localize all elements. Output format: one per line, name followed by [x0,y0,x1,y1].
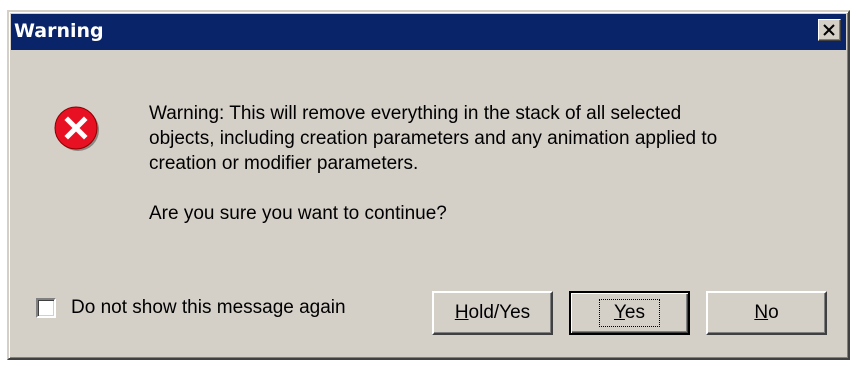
hold-yes-button[interactable]: Hold/Yes [432,291,553,335]
yes-label: Yes [598,299,660,327]
close-button[interactable] [818,19,841,41]
message-line: creation or modifier parameters. [149,153,419,174]
no-button[interactable]: No [706,291,827,335]
message-line: Warning: This will remove everything in … [149,103,682,124]
yes-button[interactable]: Yes [569,291,690,335]
dont-show-again-label[interactable]: Do not show this message again [71,297,346,319]
title-bar[interactable]: Warning [11,14,846,50]
message-text: Warning: This will remove everything in … [149,101,819,226]
hold-yes-label: Hold/Yes [454,302,531,323]
dialog-title: Warning [14,20,104,42]
warning-dialog: Warning Warning: This will remove everyt… [7,10,850,360]
close-x-icon [823,24,835,36]
message-line: objects, including creation parameters a… [149,128,718,149]
dont-show-again-checkbox[interactable] [36,298,56,318]
error-icon [54,106,99,151]
no-label: No [754,302,779,323]
confirm-question: Are you sure you want to continue? [149,203,447,224]
dont-show-again-option[interactable]: Do not show this message again [36,296,346,320]
